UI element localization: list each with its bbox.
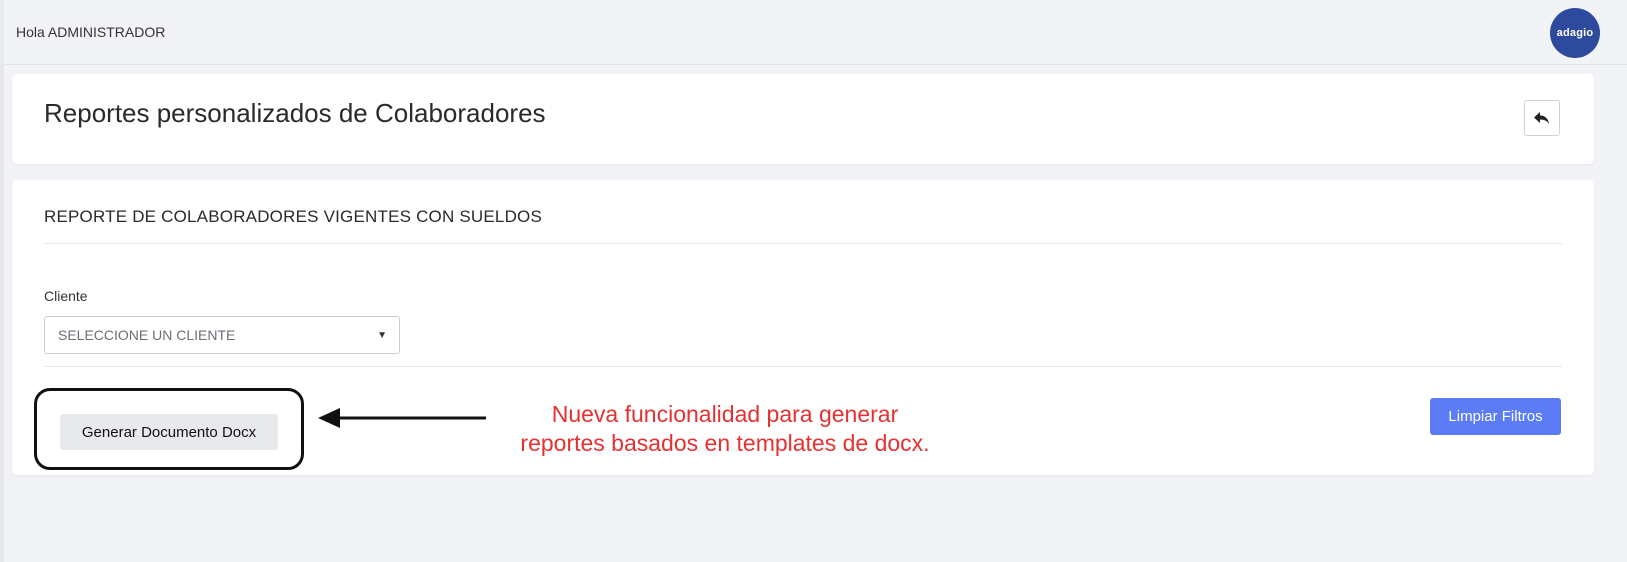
left-rail	[0, 65, 4, 562]
client-select-value: SELECCIONE UN CLIENTE	[58, 327, 236, 343]
back-button[interactable]	[1524, 100, 1560, 136]
client-field-label: Cliente	[44, 288, 88, 304]
reply-arrow-icon	[1534, 112, 1549, 124]
annotation-note: Nueva funcionalidad para generar reporte…	[505, 400, 945, 458]
page-header-card: Reportes personalizados de Colaboradores	[12, 74, 1594, 164]
top-bar: Hola ADMINISTRADOR	[0, 0, 1627, 65]
report-section-title: REPORTE DE COLABORADORES VIGENTES CON SU…	[44, 207, 543, 226]
annotation-line-2: reportes basados en templates de docx.	[520, 430, 930, 456]
annotation-highlight-box	[34, 388, 304, 470]
greeting-text: Hola ADMINISTRADOR	[16, 24, 166, 40]
client-select[interactable]: SELECCIONE UN CLIENTE ▼	[44, 316, 400, 354]
annotation-line-1: Nueva funcionalidad para generar	[551, 401, 899, 427]
caret-down-icon: ▼	[377, 330, 387, 341]
page-title: Reportes personalizados de Colaboradores	[44, 98, 546, 128]
actions-divider	[44, 366, 1562, 367]
adagio-logo-avatar[interactable]: adagio	[1550, 8, 1600, 58]
annotation-arrow-icon	[318, 408, 486, 428]
clear-filters-button[interactable]: Limpiar Filtros	[1430, 398, 1561, 435]
section-divider	[44, 243, 1562, 244]
